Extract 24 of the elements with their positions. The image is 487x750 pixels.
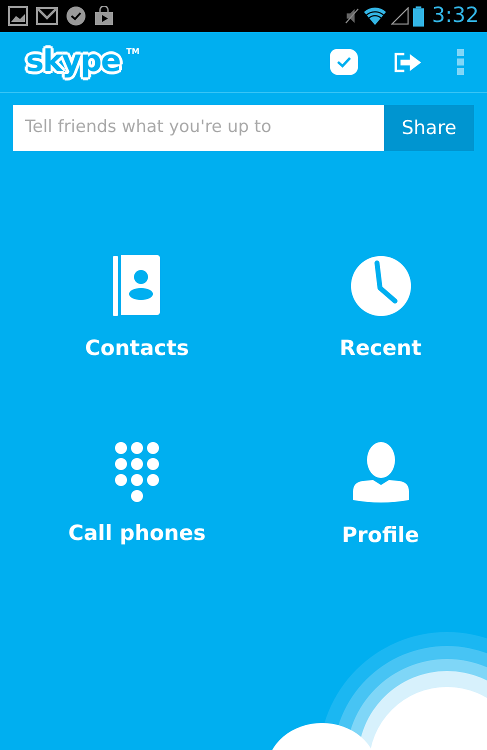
clock-icon — [350, 255, 412, 317]
address-book-icon — [113, 255, 161, 317]
clock-time: 3:32 — [432, 2, 479, 30]
dialpad-icon — [115, 442, 159, 502]
sign-out-icon[interactable] — [393, 52, 423, 72]
status-check-icon[interactable] — [329, 48, 359, 76]
share-button[interactable]: Share — [384, 105, 474, 151]
menu-icon[interactable] — [457, 49, 465, 75]
battery-icon — [412, 6, 424, 26]
trademark-mark: TM — [126, 47, 140, 57]
signal-icon — [390, 7, 409, 25]
store-bag-icon — [94, 6, 114, 26]
mute-icon — [344, 7, 359, 25]
logo-text: skype — [22, 41, 124, 83]
tile-label[interactable]: Call phones — [68, 522, 206, 546]
status-input-field[interactable]: Tell friends what you're up to — [13, 105, 384, 151]
person-icon — [350, 442, 410, 504]
wifi-icon — [362, 6, 387, 26]
mail-icon — [36, 7, 58, 25]
tile-label[interactable]: Contacts — [85, 337, 189, 360]
check-badge-icon — [66, 6, 86, 26]
picture-notification-icon — [8, 6, 28, 26]
tile-label[interactable]: Recent — [339, 337, 422, 360]
tile-label[interactable]: Profile — [342, 524, 420, 548]
